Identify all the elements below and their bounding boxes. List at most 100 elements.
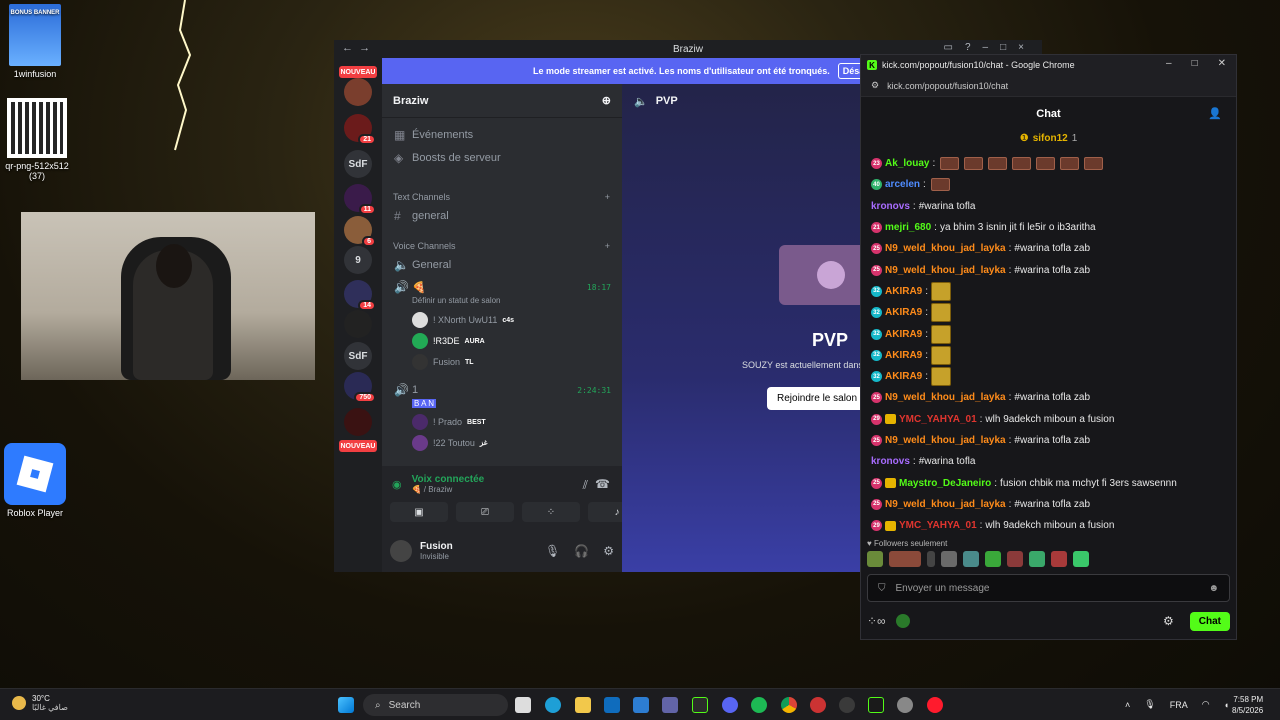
kick-coin-icon[interactable] [895,614,910,628]
emote-icon[interactable] [889,551,921,567]
app-icon[interactable] [810,697,826,713]
terminal-icon[interactable] [868,697,884,713]
teams-icon[interactable] [662,697,678,713]
voice-user[interactable]: ! Prado BEST [412,413,486,431]
clock[interactable]: 7:58 PM 8/5/2026 [1232,694,1263,716]
activities-button[interactable]: ⁘ [522,502,580,522]
voice-channel-general[interactable]: 🔈 General [390,255,614,275]
chat-message[interactable]: 40 arcelen: [871,174,1221,195]
server-icon[interactable]: 11 [344,184,376,215]
emote-icon[interactable] [963,551,979,567]
server-header[interactable]: Braziw ⊕ [382,84,622,118]
send-chat-button[interactable]: Chat [1189,611,1230,631]
emoji-icon[interactable]: ☻ [1208,583,1219,594]
boosts-link[interactable]: ◈ Boosts de serveur [390,148,614,168]
chat-message[interactable]: 25 Maystro_DeJaneiro: fusion chbik ma mchy… [871,472,1221,493]
app-icon[interactable] [692,697,708,713]
file-explorer-icon[interactable] [575,697,591,713]
server-icon[interactable] [344,78,372,106]
desktop-icon-qr[interactable]: qr-png-512x512 (37) [2,98,72,181]
store-icon[interactable] [633,697,649,713]
xbox-icon[interactable] [839,697,855,713]
emote-icon[interactable] [985,551,1001,567]
users-icon[interactable]: 👤 [1208,107,1222,120]
events-link[interactable]: ▦ Événements [390,125,614,145]
add-channel-icon[interactable]: + [605,241,610,251]
add-channel-icon[interactable]: + [605,192,610,202]
window-controls[interactable]: – □ ✕ [1166,58,1226,69]
chat-username[interactable]: YMC_YAHYA_01 [899,520,977,531]
chat-username[interactable]: Maystro_DeJaneiro [899,478,991,489]
chat-message[interactable]: 29 YMC_YAHYA_01: wlh 9adekch miboun a fusi… [871,409,1221,430]
chat-username[interactable]: mejri_680 [885,222,931,233]
chat-input[interactable]: ⛉ Envoyer un message ☻ [867,574,1230,602]
chat-message[interactable]: 25 N9_weld_khou_jad_layka: #warina tofla z… [871,430,1221,451]
chat-message[interactable]: 25 N9_weld_khou_jad_layka: #warina tofla z… [871,387,1221,408]
chat-message[interactable]: 32 AKIRA9: [871,366,1221,387]
settings-icon[interactable] [897,697,913,713]
channel-status[interactable]: Définir un statut de salon [412,291,501,309]
language-indicator[interactable]: FRA [1170,700,1188,710]
site-info-icon[interactable]: ⚙ [871,80,879,91]
back-forward-icon[interactable]: ← → [342,42,370,54]
voice-category[interactable]: Voice Channels + [393,239,610,253]
chat-username[interactable]: AKIRA9 [885,350,922,361]
chat-username[interactable]: YMC_YAHYA_01 [899,414,977,425]
chat-message[interactable]: 25 N9_weld_khou_jad_layka: #warina tofla z… [871,259,1221,280]
server-icon[interactable]: 14 [344,280,376,311]
chat-message[interactable]: kronovs: #warina tofla [871,196,1221,217]
headphone-icon[interactable]: 🎧 [574,544,589,558]
join-channel-button[interactable]: Rejoindre le salon [767,387,868,410]
pinned-gifter[interactable]: ❶ sifon12 1 [861,131,1236,145]
chat-username[interactable]: AKIRA9 [885,286,922,297]
chat-username[interactable]: kronovs [871,201,910,212]
spotify-icon[interactable] [751,697,767,713]
mic-icon[interactable]: 🎙 [1144,699,1155,710]
chat-username[interactable]: N9_weld_khou_jad_layka [885,243,1006,254]
screen-share-button[interactable]: ⎚ [456,502,514,522]
chat-message[interactable]: 25 N9_weld_khou_jad_layka: #warina tofla z… [871,238,1221,259]
server-icon[interactable]: 750 [344,372,376,403]
emote-icon[interactable] [941,551,957,567]
server-sdf-2[interactable]: SdF [344,342,372,370]
voice-user[interactable]: !22 Toutou غز [412,434,487,452]
chat-message[interactable]: 32 AKIRA9: [871,323,1221,344]
volume-icon[interactable]: ◖ [1224,700,1229,710]
chat-username[interactable]: N9_weld_khou_jad_layka [885,265,1006,276]
taskbar-search[interactable]: ⌕ Search [363,694,508,716]
discord-icon[interactable] [722,697,738,713]
chat-message[interactable]: kronovs: #warina tofla [871,451,1221,472]
chat-username[interactable]: N9_weld_khou_jad_layka [885,435,1006,446]
emote-icon[interactable] [867,551,883,567]
weather-widget[interactable]: 30°C صافي غالبًا [12,694,68,712]
chat-message[interactable]: 32 AKIRA9: [871,281,1221,302]
window-controls[interactable]: ▭?–□× [944,42,1036,53]
mic-icon[interactable]: 🎙 [545,544,560,558]
server-icon[interactable]: 6 [344,216,376,247]
chrome-icon[interactable] [781,697,797,713]
voice-user[interactable]: Fusion TL [412,353,474,371]
task-view-icon[interactable] [515,697,531,713]
server-icon[interactable] [344,310,372,338]
emote-icon[interactable] [1029,551,1045,567]
outlook-icon[interactable] [604,697,620,713]
server-sdf[interactable]: SdF [344,150,372,178]
chat-message[interactable]: 21 mejri_680: ya bhim 3 isnin jit fi le5ir… [871,217,1221,238]
channel-general[interactable]: # general [390,206,614,226]
text-category[interactable]: Text Channels + [393,190,610,204]
chat-username[interactable]: arcelen [885,179,920,190]
opera-icon[interactable] [927,697,943,713]
chat-username[interactable]: N9_weld_khou_jad_layka [885,392,1006,403]
signal-icon[interactable]: ◉ [392,478,402,491]
chat-username[interactable]: kronovs [871,456,910,467]
chat-message[interactable]: 32 AKIRA9: [871,345,1221,366]
avatar[interactable] [390,540,412,562]
server-nine[interactable]: 9 [344,246,372,274]
emote-icon[interactable] [1051,551,1067,567]
wifi-icon[interactable]: ◠ [1202,699,1210,710]
emote-icon[interactable] [1073,551,1089,567]
chat-username[interactable]: AKIRA9 [885,307,922,318]
chat-username[interactable]: AKIRA9 [885,329,922,340]
voice-user[interactable]: ! XNorth UwU11 c4s [412,311,514,329]
server-icon[interactable] [344,408,372,436]
